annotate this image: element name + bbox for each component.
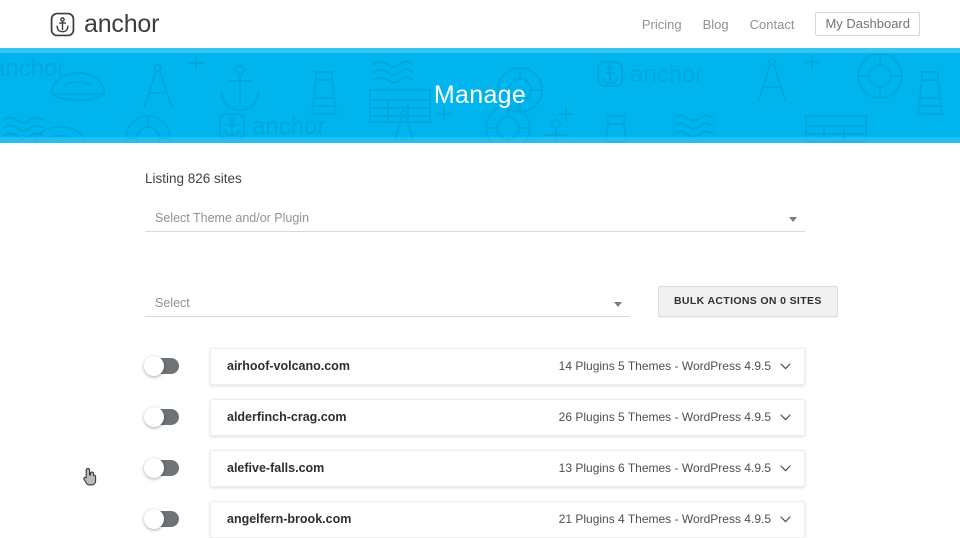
site-meta-text: 26 Plugins 5 Themes - WordPress 4.9.5 (558, 410, 771, 424)
toggle-knob (144, 509, 164, 529)
toggle-knob (144, 407, 164, 427)
list-item: airhoof-volcano.com 14 Plugins 5 Themes … (144, 347, 960, 385)
nav-link-blog[interactable]: Blog (703, 17, 729, 32)
bulk-select[interactable]: Select (145, 293, 630, 317)
site-card[interactable]: angelfern-brook.com 21 Plugins 4 Themes … (210, 500, 805, 538)
site-name: alderfinch-crag.com (227, 410, 347, 424)
site-toggle[interactable] (144, 407, 179, 427)
page-title: Manage (433, 81, 527, 109)
site-name: alefive-falls.com (227, 461, 325, 475)
hero-banner: anchor (0, 48, 960, 143)
list-item: alderfinch-crag.com 26 Plugins 5 Themes … (144, 398, 960, 436)
theme-plugin-select[interactable]: Select Theme and/or Plugin (145, 208, 805, 232)
site-name: angelfern-brook.com (227, 512, 352, 526)
listing-count: Listing 826 sites (145, 171, 242, 186)
nav-link-pricing[interactable]: Pricing (642, 17, 682, 32)
list-item: alefive-falls.com 13 Plugins 6 Themes - … (144, 449, 960, 487)
bulk-select-label: Select (155, 295, 190, 310)
chevron-down-icon (789, 217, 797, 222)
site-list: airhoof-volcano.com 14 Plugins 5 Themes … (144, 347, 960, 538)
bulk-actions-button[interactable]: BULK ACTIONS ON 0 SITES (658, 286, 838, 317)
list-item: angelfern-brook.com 21 Plugins 4 Themes … (144, 500, 960, 538)
bulk-action-row: Select BULK ACTIONS ON 0 SITES (145, 286, 960, 317)
site-meta: 14 Plugins 5 Themes - WordPress 4.9.5 (559, 359, 791, 373)
brand-name: anchor (84, 9, 160, 38)
toggle-knob (144, 458, 164, 478)
my-dashboard-button[interactable]: My Dashboard (815, 12, 920, 36)
site-meta: 21 Plugins 4 Themes - WordPress 4.9.5 (559, 512, 791, 526)
chevron-down-icon[interactable] (780, 413, 791, 421)
site-meta: 26 Plugins 5 Themes - WordPress 4.9.5 (559, 410, 791, 424)
chevron-down-icon[interactable] (780, 464, 791, 472)
site-toggle[interactable] (144, 356, 179, 376)
chevron-down-icon[interactable] (780, 362, 791, 370)
site-card[interactable]: airhoof-volcano.com 14 Plugins 5 Themes … (210, 347, 805, 385)
primary-nav: Pricing Blog Contact My Dashboard (642, 12, 920, 36)
toggle-knob (144, 356, 164, 376)
brand-logo[interactable]: anchor (50, 10, 159, 39)
anchor-logo-icon (50, 12, 75, 36)
site-header: anchor Pricing Blog Contact My Dashboard (0, 0, 960, 48)
site-name: airhoof-volcano.com (227, 359, 350, 373)
site-meta-text: 21 Plugins 4 Themes - WordPress 4.9.5 (558, 512, 771, 526)
theme-plugin-select-row: Select Theme and/or Plugin (145, 208, 805, 232)
chevron-down-icon (614, 301, 622, 307)
site-card[interactable]: alderfinch-crag.com 26 Plugins 5 Themes … (210, 398, 805, 436)
main-content: Listing 826 sites Select Theme and/or Pl… (0, 143, 960, 538)
site-meta-text: 13 Plugins 6 Themes - WordPress 4.9.5 (558, 461, 771, 475)
site-toggle[interactable] (144, 458, 179, 478)
site-meta: 13 Plugins 6 Themes - WordPress 4.9.5 (559, 461, 791, 475)
site-toggle[interactable] (144, 509, 179, 529)
site-card[interactable]: alefive-falls.com 13 Plugins 6 Themes - … (210, 449, 805, 487)
site-meta-text: 14 Plugins 5 Themes - WordPress 4.9.5 (558, 359, 771, 373)
nav-link-contact[interactable]: Contact (750, 17, 795, 32)
bulk-select-wrapper: Select (145, 293, 630, 317)
theme-plugin-select-label: Select Theme and/or Plugin (155, 211, 310, 225)
